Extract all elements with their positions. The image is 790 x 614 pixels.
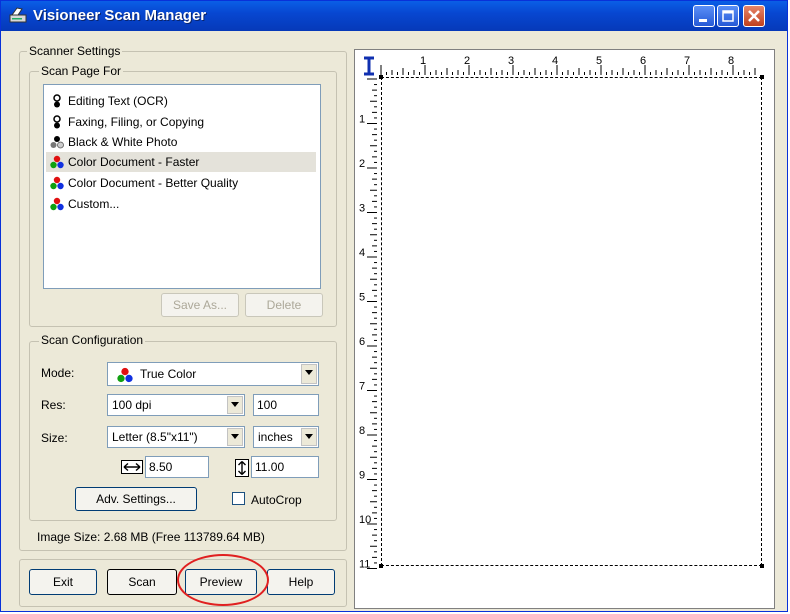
- ruler-label: 2: [359, 158, 365, 170]
- color-icon: [50, 197, 64, 211]
- scanner-settings-label: Scanner Settings: [27, 44, 123, 58]
- ruler-label: 8: [359, 425, 365, 437]
- list-item[interactable]: Faxing, Filing, or Copying: [46, 112, 316, 132]
- minimize-button[interactable]: [693, 5, 715, 27]
- scan-page-for-label: Scan Page For: [39, 64, 124, 78]
- vertical-ruler: 1 2 3 4 5 6 7 8 9 10 11: [359, 78, 377, 571]
- resolution-value: 100 dpi: [112, 398, 152, 412]
- ruler-label: 1: [359, 114, 365, 126]
- bw-icon: [53, 94, 61, 108]
- units-select[interactable]: inches: [253, 426, 319, 448]
- resolution-input[interactable]: 100: [253, 394, 319, 416]
- resolution-select[interactable]: 100 dpi: [107, 394, 245, 416]
- help-button[interactable]: Help: [267, 569, 335, 595]
- mode-value: True Color: [140, 367, 197, 381]
- annotation-circle: [177, 554, 269, 606]
- ruler-label: 3: [359, 203, 365, 215]
- maximize-icon: [722, 10, 734, 22]
- list-item-label: Custom...: [68, 197, 120, 211]
- ruler-label: 11: [359, 559, 370, 571]
- ruler-label: 6: [359, 336, 365, 348]
- ruler-label: 4: [552, 55, 558, 67]
- mode-dropdown-arrow[interactable]: [301, 364, 317, 384]
- autocrop-checkbox[interactable]: [232, 492, 245, 505]
- list-item-label: Color Document - Faster: [68, 155, 200, 169]
- delete-button[interactable]: Delete: [245, 293, 323, 317]
- page-size-value: Letter (8.5"x11"): [112, 430, 198, 444]
- chevron-down-icon: [231, 402, 239, 407]
- scan-profile-list[interactable]: Editing Text (OCR) Faxing, Filing, or Co…: [43, 84, 321, 289]
- bw-icon: [53, 115, 61, 129]
- close-button[interactable]: [743, 5, 765, 27]
- window-title: Visioneer Scan Manager: [33, 7, 207, 24]
- ruler-label: 7: [684, 55, 690, 67]
- list-item-selected[interactable]: Color Document - Faster: [46, 152, 316, 172]
- image-size-text: Image Size: 2.68 MB (Free 113789.64 MB): [37, 530, 265, 544]
- chevron-down-icon: [305, 434, 313, 439]
- height-icon: [235, 459, 249, 477]
- size-label: Size:: [41, 431, 68, 445]
- resize-handle[interactable]: [379, 75, 383, 79]
- scan-manager-window: Visioneer Scan Manager Scanner Settings …: [0, 0, 788, 612]
- autocrop-label: AutoCrop: [251, 493, 302, 507]
- list-item-label: Editing Text (OCR): [68, 94, 168, 108]
- ruler-label: 10: [359, 514, 371, 526]
- save-as-button[interactable]: Save As...: [161, 293, 239, 317]
- list-item-label: Color Document - Better Quality: [68, 176, 239, 190]
- resize-handle[interactable]: [760, 564, 764, 568]
- scanner-app-icon: [9, 7, 27, 23]
- ruler-label: 3: [508, 55, 514, 67]
- list-item[interactable]: Color Document - Better Quality: [46, 173, 316, 193]
- close-icon: [748, 10, 760, 22]
- ruler-label: 5: [359, 292, 365, 304]
- ruler-label: 9: [359, 470, 365, 482]
- resize-handle[interactable]: [760, 75, 764, 79]
- width-icon: [121, 460, 143, 474]
- adv-settings-button[interactable]: Adv. Settings...: [75, 487, 197, 511]
- height-input[interactable]: 11.00: [251, 456, 319, 478]
- page-size-dropdown-arrow[interactable]: [227, 428, 243, 446]
- exit-button[interactable]: Exit: [29, 569, 97, 595]
- mode-label: Mode:: [41, 366, 75, 380]
- ruler-label: 2: [464, 55, 470, 67]
- ruler-label: 4: [359, 247, 365, 259]
- title-bar[interactable]: Visioneer Scan Manager: [1, 1, 787, 31]
- units-value: inches: [258, 430, 293, 444]
- color-icon: [50, 176, 64, 190]
- units-dropdown-arrow[interactable]: [301, 428, 317, 446]
- res-label: Res:: [41, 398, 66, 412]
- ruler-label: 5: [596, 55, 602, 67]
- scan-area[interactable]: [379, 75, 764, 568]
- ruler-origin-icon[interactable]: [361, 56, 377, 76]
- scan-configuration-label: Scan Configuration: [39, 333, 146, 347]
- ruler-label: 7: [359, 381, 365, 393]
- list-item[interactable]: Custom...: [46, 194, 316, 214]
- resize-handle[interactable]: [379, 564, 383, 568]
- list-item[interactable]: Editing Text (OCR): [46, 91, 316, 111]
- true-color-icon: [117, 367, 133, 383]
- resolution-dropdown-arrow[interactable]: [227, 396, 243, 414]
- ruler-label: 8: [728, 55, 734, 67]
- ruler-label: 1: [420, 55, 426, 67]
- horizontal-ruler: 1 2 3 4 5 6 7 8: [380, 55, 756, 75]
- list-item-label: Black & White Photo: [68, 135, 178, 149]
- ruler-label: 6: [640, 55, 646, 67]
- maximize-button[interactable]: [717, 5, 739, 27]
- chevron-down-icon: [231, 434, 239, 439]
- page-size-select[interactable]: Letter (8.5"x11"): [107, 426, 245, 448]
- chevron-down-icon: [305, 370, 313, 375]
- scan-button[interactable]: Scan: [107, 569, 177, 595]
- width-input[interactable]: 8.50: [145, 456, 209, 478]
- list-item[interactable]: Black & White Photo: [46, 132, 316, 152]
- mode-select[interactable]: True Color: [107, 362, 319, 386]
- grayscale-icon: [50, 136, 64, 149]
- color-icon: [50, 155, 64, 169]
- list-item-label: Faxing, Filing, or Copying: [68, 115, 205, 129]
- minimize-icon: [699, 19, 707, 22]
